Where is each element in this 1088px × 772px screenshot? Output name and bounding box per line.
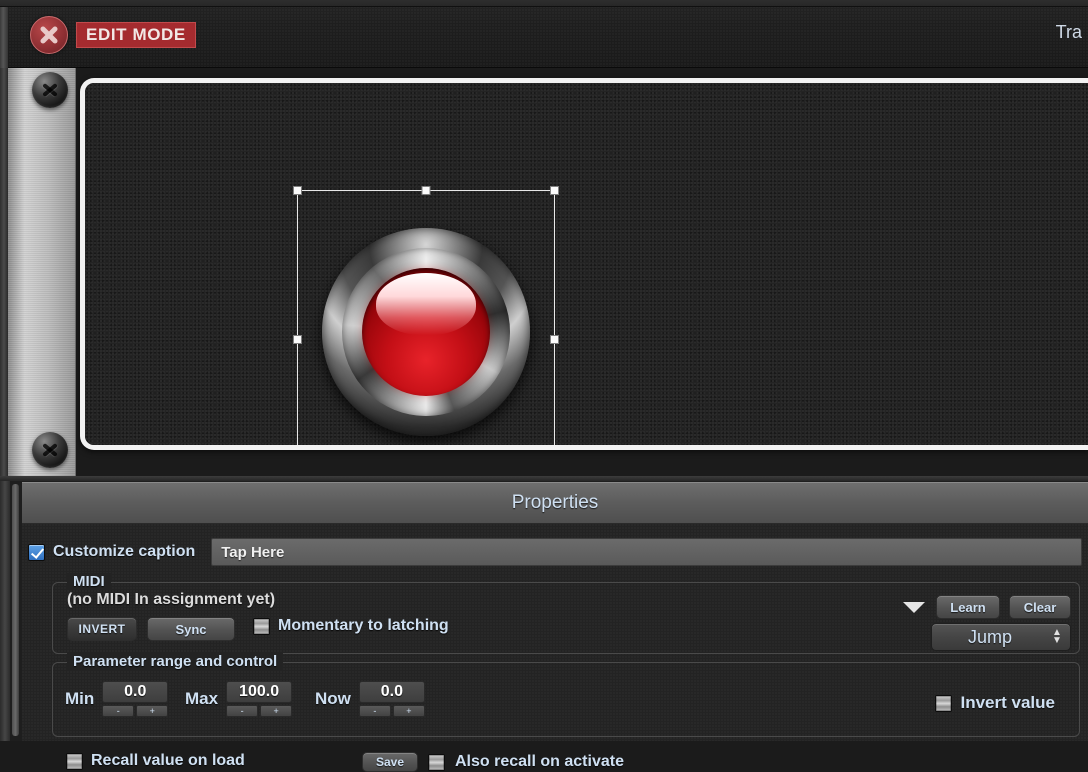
resize-handle-w[interactable] — [293, 335, 302, 344]
min-decrement-button[interactable]: - — [102, 705, 135, 717]
resize-handle-nw[interactable] — [293, 186, 302, 195]
resize-handle-e[interactable] — [550, 335, 559, 344]
invert-value-checkbox[interactable] — [934, 694, 952, 712]
customize-caption-label: Customize caption — [53, 543, 196, 560]
top-bar-strip — [0, 0, 1088, 7]
canvas-left-edge — [0, 68, 8, 476]
parameter-group-title: Parameter range and control — [67, 653, 284, 670]
select-updown-arrows-icon: ▲ ▼ — [1052, 627, 1062, 646]
parameter-range-group: Parameter range and control Min 0.0 - + … — [52, 653, 1080, 737]
vertical-scrollbar[interactable] — [12, 484, 19, 736]
midi-sync-button[interactable]: Sync — [147, 617, 235, 641]
momentary-to-latching-label: Momentary to latching — [278, 617, 449, 634]
properties-body: Customize caption Tap Here MIDI (no MIDI… — [22, 524, 1088, 772]
caret-down-icon[interactable] — [903, 602, 925, 613]
midi-mode-select[interactable]: Jump ▲ ▼ — [931, 623, 1071, 651]
momentary-to-latching-checkbox[interactable] — [253, 617, 270, 635]
save-button[interactable]: Save — [362, 752, 418, 772]
led-button-widget[interactable] — [322, 228, 530, 436]
max-label: Max — [185, 689, 219, 708]
caption-text-input[interactable]: Tap Here — [211, 538, 1082, 566]
invert-value-label: Invert value — [960, 693, 1056, 712]
midi-learn-button[interactable]: Learn — [936, 595, 1000, 619]
now-label: Now — [315, 689, 351, 708]
led-gloss-highlight — [376, 273, 476, 335]
led-dome — [362, 268, 490, 396]
recall-on-load-label: Recall value on load — [91, 752, 245, 769]
customize-caption-checkbox[interactable] — [28, 543, 45, 561]
resize-handle-n[interactable] — [421, 186, 431, 195]
wrench-cross-icon[interactable] — [30, 16, 68, 54]
canvas-surface[interactable]: Tap Here — [85, 83, 1088, 445]
midi-group-title: MIDI — [67, 573, 111, 590]
canvas-frame: Tap Here — [80, 78, 1088, 450]
min-label: Min — [65, 689, 95, 708]
midi-clear-button[interactable]: Clear — [1009, 595, 1071, 619]
also-recall-checkbox[interactable] — [428, 753, 445, 771]
max-decrement-button[interactable]: - — [226, 705, 259, 717]
canvas-zone: Tap Here — [0, 68, 1088, 476]
min-value[interactable]: 0.0 — [102, 681, 169, 703]
edit-mode-label: EDIT MODE — [76, 21, 196, 49]
now-increment-button[interactable]: + — [392, 705, 425, 717]
properties-top-divider — [0, 476, 1088, 481]
now-value[interactable]: 0.0 — [358, 681, 425, 703]
also-recall-row: Save Also recall on activate — [362, 752, 624, 772]
top-bar: EDIT MODE Tra — [0, 0, 1088, 68]
also-recall-label: Also recall on activate — [455, 753, 624, 770]
customize-caption-row: Customize caption Tap Here — [22, 536, 1088, 568]
now-decrement-button[interactable]: - — [358, 705, 391, 717]
max-field: Max 100.0 - + — [185, 681, 293, 717]
min-field: Min 0.0 - + — [65, 681, 169, 717]
max-increment-button[interactable]: + — [260, 705, 293, 717]
midi-assignment-status: (no MIDI In assignment yet) — [67, 591, 276, 608]
invert-value-row: Invert value — [934, 693, 1056, 713]
screw-icon-bottom — [32, 432, 68, 468]
now-field: Now 0.0 - + — [315, 681, 425, 717]
recall-on-load-checkbox[interactable] — [66, 752, 83, 770]
canvas-side-rail — [8, 68, 76, 476]
widget-selection[interactable]: Tap Here — [293, 186, 559, 445]
properties-panel: Properties Customize caption Tap Here MI… — [0, 476, 1088, 772]
top-bar-right-text: Tra — [1055, 22, 1082, 42]
momentary-to-latching-row: Momentary to latching — [253, 617, 449, 635]
midi-group: MIDI (no MIDI In assignment yet) INVERT … — [52, 573, 1080, 654]
resize-handle-ne[interactable] — [550, 186, 559, 195]
midi-invert-button[interactable]: INVERT — [67, 617, 137, 641]
properties-header: Properties — [22, 482, 1088, 524]
edit-mode-indicator[interactable]: EDIT MODE — [30, 16, 196, 54]
app-window: EDIT MODE Tra Tap — [0, 0, 1088, 772]
recall-on-load-row: Recall value on load — [66, 752, 245, 770]
max-value[interactable]: 100.0 — [226, 681, 293, 703]
screw-icon-top — [32, 72, 68, 108]
min-increment-button[interactable]: + — [136, 705, 169, 717]
panel-left-gutter — [0, 481, 10, 741]
top-bar-left-edge — [0, 7, 8, 68]
properties-title: Properties — [511, 492, 599, 513]
midi-mode-select-value: Jump — [967, 626, 1012, 647]
